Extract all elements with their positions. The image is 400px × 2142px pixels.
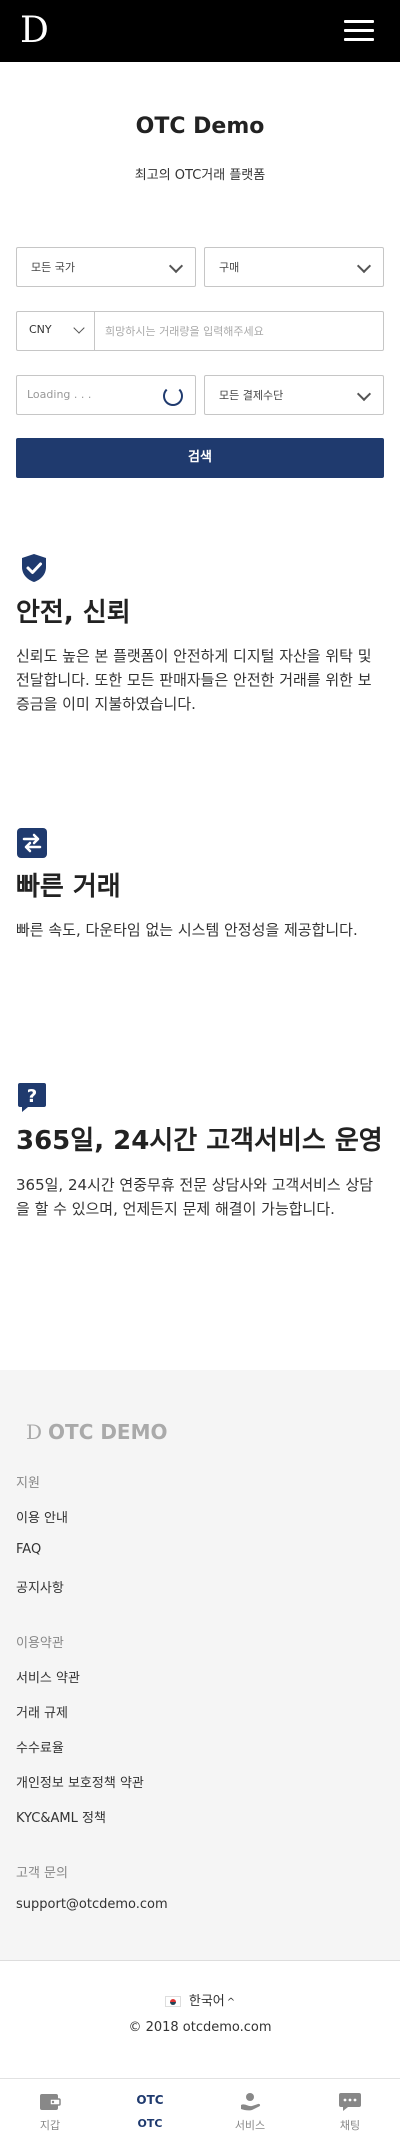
nav-chat[interactable]: 채팅 (300, 2079, 400, 2142)
contact-heading: 고객 문의 (16, 1866, 68, 1881)
footer-divider (0, 1960, 400, 1961)
chevron-down-icon (73, 322, 85, 334)
feature-desc: 365일, 24시간 연중무휴 전문 상담사와 고객서비스 상담을 할 수 있으… (16, 1176, 374, 1218)
chevron-up-icon: ^ (226, 1997, 236, 2008)
feature-desc: 빠른 속도, 다운타임 없는 시스템 안정성을 제공합니다. (16, 921, 358, 939)
language-selector[interactable]: 한국어 ^ (0, 1990, 400, 2009)
menu-icon[interactable] (344, 18, 374, 42)
footer-logo-mark: D (26, 1420, 43, 1444)
country-select[interactable]: 모든 국가 (16, 247, 196, 287)
payment-method-select[interactable]: 모든 결제수단 (204, 375, 384, 415)
currency-select[interactable]: CNY (17, 312, 95, 350)
footer-logo[interactable]: D OTC DEMO (26, 1420, 168, 1444)
nav-chat-label: 채팅 (339, 2119, 361, 2132)
nav-otc[interactable]: OTC OTC (100, 2079, 200, 2142)
footer-link-faq[interactable]: FAQ (16, 1542, 41, 1557)
feature-title: 빠른 거래 (16, 872, 121, 902)
language-label: 한국어 (188, 1994, 225, 2009)
nav-service[interactable]: 서비스 (200, 2079, 300, 2142)
help-icon: ? (18, 1083, 46, 1112)
footer-link-trade-rules[interactable]: 거래 규제 (16, 1702, 68, 1721)
terms-heading: 이용약관 (16, 1636, 64, 1651)
svg-text:?: ? (27, 1086, 37, 1107)
nav-wallet[interactable]: 지갑 (0, 2079, 100, 2142)
search-button[interactable]: 검색 (16, 438, 384, 478)
feature-desc: 신뢰도 높은 본 플랫폼이 안전하게 디지털 자산을 위탁 및 전달합니다. 또… (16, 647, 372, 713)
spinner-icon (163, 386, 183, 406)
support-heading: 지원 (16, 1476, 40, 1491)
chevron-down-icon (168, 258, 184, 274)
loading-select[interactable]: Loading . . . (16, 375, 196, 415)
page-title: OTC Demo (135, 114, 265, 139)
chevron-down-icon (356, 386, 372, 402)
exchange-icon (17, 828, 47, 858)
nav-otc-label: OTC (137, 2117, 163, 2130)
nav-service-label: 서비스 (234, 2119, 266, 2132)
feature-title: 365일, 24시간 고객서비스 운영 (16, 1126, 383, 1156)
country-select-value: 모든 국가 (31, 261, 75, 274)
trade-type-value: 구매 (219, 261, 240, 274)
amount-group: CNY 희망하시는 거래량을 입력해주세요 (16, 311, 384, 351)
top-bar: D (0, 0, 400, 62)
footer-link-notice[interactable]: 공지사항 (16, 1577, 64, 1596)
shield-check-icon (22, 554, 46, 582)
payment-method-value: 모든 결제수단 (219, 389, 284, 402)
logo[interactable]: D (20, 8, 49, 54)
feature-title: 안전, 신뢰 (16, 598, 131, 628)
currency-value: CNY (29, 323, 52, 336)
footer-logo-text: OTC DEMO (48, 1420, 168, 1444)
loading-text: Loading . . . (27, 388, 92, 401)
wallet-icon (40, 2094, 61, 2110)
nav-wallet-label: 지갑 (39, 2119, 61, 2132)
footer-link-guide[interactable]: 이용 안내 (16, 1507, 68, 1526)
otc-icon: OTC (136, 2093, 164, 2107)
trade-type-select[interactable]: 구매 (204, 247, 384, 287)
footer-link-privacy[interactable]: 개인정보 보호정책 약관 (16, 1772, 144, 1791)
chevron-down-icon (356, 258, 372, 274)
footer-link-kyc[interactable]: KYC&AML 정책 (16, 1807, 106, 1826)
amount-input[interactable]: 희망하시는 거래량을 입력해주세요 (105, 323, 264, 339)
copyright: © 2018 otcdemo.com (128, 2020, 272, 2035)
bottom-nav: 지갑 OTC OTC 서비스 채팅 (0, 2078, 400, 2142)
footer: D OTC DEMO 지원 이용 안내 FAQ 공지사항 이용약관 서비스 약관 … (0, 1370, 400, 2035)
footer-link-fees[interactable]: 수수료율 (16, 1737, 64, 1756)
contact-email-link[interactable]: support@otcdemo.com (16, 1897, 168, 1912)
page-subtitle: 최고의 OTC거래 플랫폼 (134, 168, 266, 183)
footer-link-service-terms[interactable]: 서비스 약관 (16, 1667, 80, 1686)
chat-icon (339, 2093, 361, 2111)
service-icon (241, 2093, 261, 2111)
korea-flag-icon (164, 1996, 181, 2007)
